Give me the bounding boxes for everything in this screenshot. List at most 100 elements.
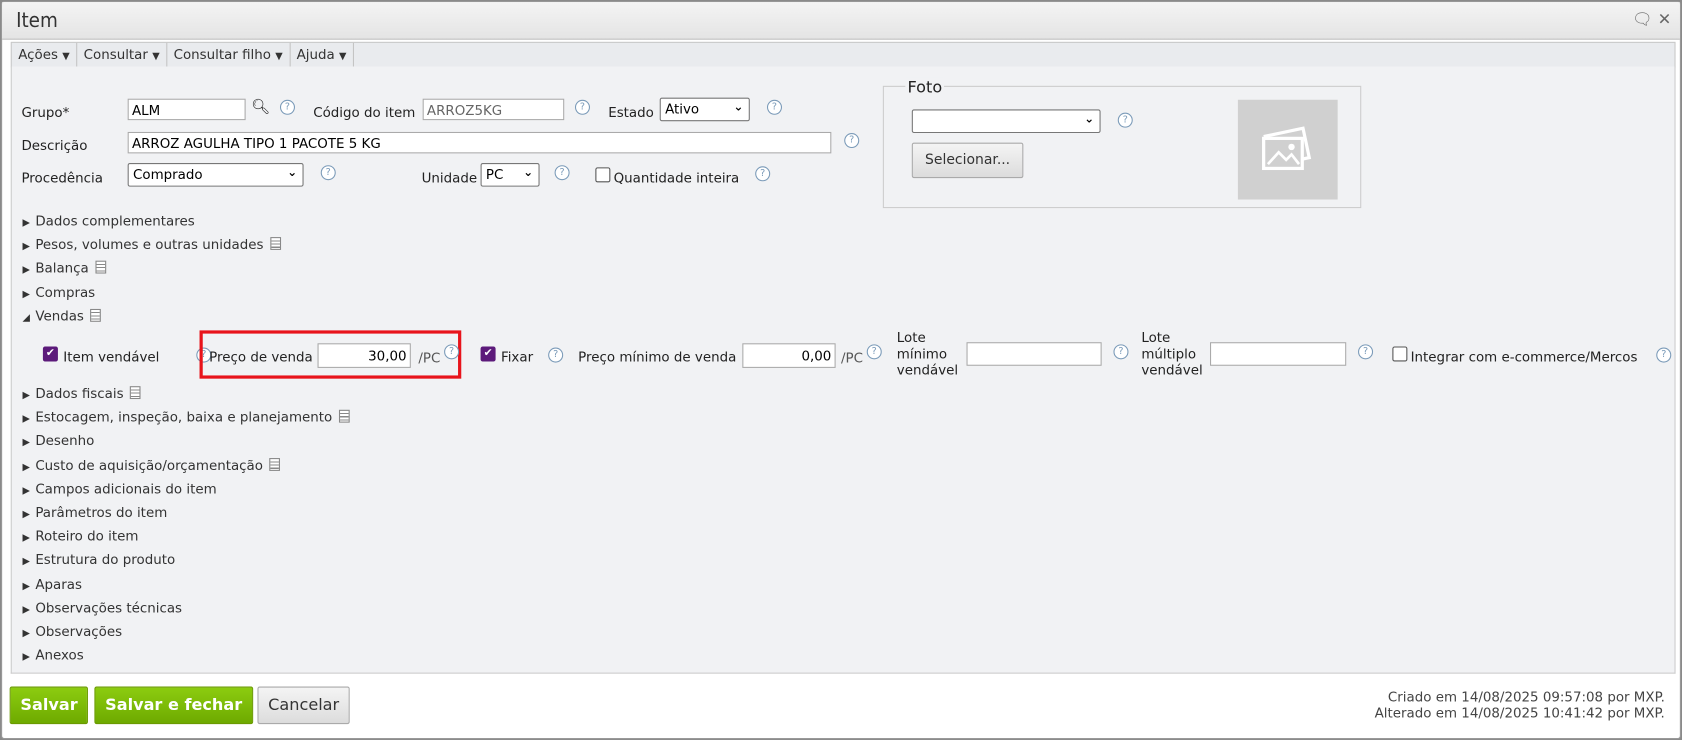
foto-legend: Foto	[905, 77, 945, 97]
section-anexos[interactable]: ▶ Anexos	[23, 647, 84, 663]
unidade-select[interactable]: PC ⌄	[480, 163, 540, 187]
section-roteiro-do-item[interactable]: ▶ Roteiro do item	[23, 528, 139, 544]
menu-label: Ações	[18, 46, 58, 63]
created-info: Criado em 14/08/2025 09:57:08 por MXP.	[1387, 688, 1665, 705]
descricao-input[interactable]	[127, 131, 832, 154]
collapsed-arrow-icon: ▶	[22, 241, 30, 253]
comment-icon[interactable]: 🗨	[1632, 10, 1652, 29]
preco-minimo-input[interactable]	[742, 343, 836, 368]
procedencia-select[interactable]: Comprado ⌄	[127, 163, 304, 187]
help-icon[interactable]: ?	[866, 344, 882, 360]
document-icon	[95, 261, 106, 274]
section-compras[interactable]: ▶ Compras	[23, 284, 96, 300]
lote-multiplo-label: Lote múltiplo vendável	[1141, 329, 1203, 378]
integrar-checkbox[interactable]	[1392, 346, 1408, 362]
chevron-down-icon: ⌄	[1084, 111, 1095, 126]
help-icon[interactable]: ?	[1358, 344, 1374, 360]
codigo-input[interactable]	[422, 98, 565, 121]
preco-minimo-label: Preço mínimo de venda	[578, 348, 737, 365]
collapsed-arrow-icon: ▶	[22, 604, 30, 616]
help-icon[interactable]: ?	[320, 165, 336, 181]
window-title: Item	[16, 8, 58, 33]
section-dados-complementares[interactable]: ▶ Dados complementares	[23, 212, 195, 228]
menu-consultar-filho[interactable]: Consultar filho ▼	[167, 42, 291, 67]
collapsed-arrow-icon: ▶	[22, 265, 30, 277]
help-icon[interactable]: ?	[766, 99, 782, 115]
section-label: Pesos, volumes e outras unidades	[35, 236, 264, 253]
estado-label: Estado	[608, 104, 654, 121]
salvar-e-fechar-button[interactable]: Salvar e fechar	[94, 686, 253, 725]
grupo-input[interactable]	[127, 98, 246, 121]
chevron-down-icon: ⌄	[523, 165, 534, 180]
section-dados-fiscais[interactable]: ▶ Dados fiscais	[23, 385, 141, 401]
section-label: Campos adicionais do item	[35, 480, 217, 497]
collapsed-arrow-icon: ▶	[22, 414, 30, 425]
document-icon	[269, 457, 281, 471]
search-icon[interactable]: 🔍︎	[251, 99, 270, 116]
document-icon	[269, 237, 281, 251]
section-observac-o-es[interactable]: ▶ Observações	[23, 623, 123, 639]
section-label: Estocagem, inspeção, baixa e planejament…	[35, 408, 333, 425]
help-icon[interactable]: ?	[1113, 344, 1129, 360]
section-aparas[interactable]: ▶ Aparas	[23, 576, 82, 592]
item-vendavel-checkbox[interactable]: ✔	[42, 346, 58, 362]
menu-acoes[interactable]: Ações ▼	[12, 42, 78, 67]
help-icon[interactable]: ?	[548, 347, 564, 363]
close-icon[interactable]: ✕	[1658, 10, 1671, 29]
codigo-label: Código do item	[313, 104, 416, 121]
menu-ajuda[interactable]: Ajuda ▼	[290, 42, 354, 67]
section-balanc-a[interactable]: ▶ Balança	[23, 260, 106, 276]
salvar-button[interactable]: Salvar	[9, 686, 89, 725]
preco-venda-input[interactable]	[317, 343, 411, 368]
collapsed-arrow-icon: ▶	[22, 289, 30, 300]
section-observac-o-es-te-cnicas[interactable]: ▶ Observações técnicas	[23, 599, 183, 615]
caret-down-icon: ▼	[275, 51, 283, 63]
selecionar-button[interactable]: Selecionar...	[911, 142, 1024, 179]
fixar-checkbox[interactable]: ✔	[480, 346, 496, 362]
modified-info: Alterado em 14/08/2025 10:41:42 por MXP.	[1374, 704, 1665, 721]
procedencia-label: Procedência	[21, 169, 103, 186]
section-campos-adicionais-do-item[interactable]: ▶ Campos adicionais do item	[23, 480, 217, 496]
section-label: Anexos	[35, 647, 84, 664]
collapsed-arrow-icon: ▶	[22, 533, 30, 545]
descricao-label: Descrição	[21, 137, 88, 154]
help-icon[interactable]: ?	[574, 99, 590, 115]
section-label: Dados fiscais	[35, 385, 124, 402]
integrar-label: Integrar com e-commerce/Mercos	[1410, 348, 1638, 365]
section-label: Observações técnicas	[35, 599, 183, 616]
section-label: Vendas	[35, 307, 84, 324]
collapsed-arrow-icon: ▶	[22, 217, 30, 229]
section-custo-de-aquisic-a-o-orc-amentac-a-o[interactable]: ▶ Custo de aquisição/orçamentação	[23, 457, 281, 473]
section-label: Parâmetros do item	[35, 504, 168, 521]
unidade-label: Unidade	[421, 169, 478, 186]
foto-select[interactable]: ⌄	[911, 109, 1101, 134]
document-icon	[129, 386, 141, 400]
help-icon[interactable]: ?	[1656, 347, 1672, 363]
procedencia-value: Comprado	[133, 166, 203, 183]
section-estrutura-do-produto[interactable]: ▶ Estrutura do produto	[23, 552, 176, 568]
help-icon[interactable]: ?	[1117, 112, 1133, 128]
section-label: Compras	[35, 283, 96, 300]
section-vendas[interactable]: ◢ Vendas	[23, 308, 102, 324]
lote-minimo-input[interactable]	[966, 342, 1102, 366]
help-icon[interactable]: ?	[444, 344, 460, 360]
section-para-metros-do-item[interactable]: ▶ Parâmetros do item	[23, 504, 168, 520]
section-estocagem-inspec-a-o-baixa-e-planejamento[interactable]: ▶ Estocagem, inspeção, baixa e planejamen…	[23, 409, 350, 425]
help-icon[interactable]: ?	[755, 166, 771, 182]
help-icon[interactable]: ?	[554, 165, 570, 181]
section-label: Observações	[35, 623, 123, 640]
cancelar-button[interactable]: Cancelar	[257, 686, 350, 725]
menu-bar: Ações ▼ Consultar ▼ Consultar filho ▼ Ajuda…	[10, 41, 1676, 68]
lote-multiplo-input[interactable]	[1210, 342, 1347, 366]
section-desenho[interactable]: ▶ Desenho	[23, 433, 95, 449]
menu-consultar[interactable]: Consultar ▼	[77, 42, 168, 67]
estado-select[interactable]: Ativo ⌄	[659, 97, 750, 122]
document-icon	[338, 409, 350, 423]
help-icon[interactable]: ?	[844, 133, 860, 149]
unidade-value: PC	[485, 166, 504, 183]
audit-info: Criado em 14/08/2025 09:57:08 por MXP. A…	[1375, 689, 1665, 721]
section-pesos-volumes-e-outras-unidades[interactable]: ▶ Pesos, volumes e outras unidades	[23, 236, 281, 252]
menu-label: Consultar	[83, 46, 148, 63]
help-icon[interactable]: ?	[279, 99, 295, 115]
quantidade-inteira-checkbox[interactable]	[595, 167, 611, 183]
